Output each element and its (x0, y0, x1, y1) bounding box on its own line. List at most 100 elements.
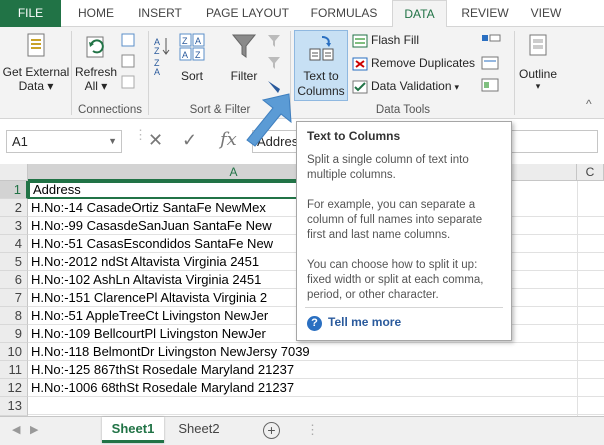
svg-text:A: A (195, 36, 201, 46)
tab-formulas[interactable]: FORMULAS (303, 0, 385, 27)
tooltip-divider (305, 307, 503, 308)
column-header-c[interactable]: C (577, 164, 604, 181)
chevron-down-icon: ▼ (108, 136, 117, 146)
sort-dialog-icon: Z A A Z (179, 33, 205, 61)
refresh-icon (86, 36, 104, 58)
outline-label: Outline (518, 67, 558, 81)
sheet-tab-sheet2[interactable]: Sheet2 (168, 417, 230, 443)
tab-data[interactable]: DATA (392, 0, 447, 28)
tell-me-more-link[interactable]: ? Tell me more (307, 315, 401, 331)
group-label-connections: Connections (78, 104, 142, 116)
ribbon-separator (148, 31, 149, 115)
next-sheet-icon[interactable]: ▶ (30, 423, 38, 436)
chevron-down-icon: ▾ (535, 81, 541, 91)
outline-icon (529, 34, 547, 56)
svg-text:A: A (182, 50, 188, 60)
database-icon (27, 33, 45, 57)
insert-function-icon[interactable]: fx (220, 129, 237, 150)
row-header[interactable]: 9 (0, 325, 28, 343)
annotation-arrow-icon (246, 93, 292, 147)
add-sheet-icon[interactable]: + (263, 422, 280, 439)
get-external-label-1: Get External (2, 65, 70, 79)
formula-dots-icon: ⋮ (134, 127, 147, 142)
text-to-columns-tooltip: Text to Columns Split a single column of… (296, 121, 512, 341)
filter-button[interactable]: Filter (224, 31, 264, 83)
row-header[interactable]: 8 (0, 307, 28, 325)
refresh-label-2: All ▾ (84, 79, 108, 93)
text-to-columns-icon (309, 36, 334, 61)
tab-insert[interactable]: INSERT (130, 0, 190, 27)
tooltip-paragraph-3: You can choose how to split it up: fixed… (307, 259, 484, 301)
ribbon: Get External Data ▾ Refresh All ▾ Connec… (0, 27, 604, 119)
data-tools-small-icons[interactable] (480, 33, 502, 95)
group-label-data-tools: Data Tools (375, 104, 431, 116)
name-box-value: A1 (12, 134, 28, 149)
help-icon: ? (307, 316, 322, 331)
table-cell[interactable]: H.No:-118 BelmontDr Livingston NewJersy … (28, 343, 604, 361)
flash-fill-icon (352, 34, 368, 48)
table-cell[interactable]: H.No:-125 867thSt Rosedale Maryland 2123… (28, 361, 604, 379)
tell-me-more-label: Tell me more (328, 315, 402, 329)
tab-page-layout[interactable]: PAGE LAYOUT (200, 0, 295, 27)
row-header[interactable]: 4 (0, 235, 28, 253)
text-to-columns-label-1: Text to (303, 69, 339, 83)
collapse-ribbon-icon[interactable]: ^ (586, 97, 592, 111)
remove-duplicates-button[interactable]: Remove Duplicates (352, 53, 475, 73)
confirm-icon[interactable]: ✓ (182, 130, 197, 151)
connections-icon[interactable] (121, 33, 135, 93)
refresh-all-button[interactable]: Refresh All ▾ (74, 31, 118, 93)
tab-file[interactable]: FILE (0, 0, 61, 27)
tooltip-title: Text to Columns (307, 129, 401, 143)
ribbon-tab-bar: FILE HOME INSERT PAGE LAYOUT FORMULAS DA… (0, 0, 604, 28)
svg-text:Z: Z (195, 50, 201, 60)
row-header[interactable]: 12 (0, 379, 28, 397)
get-external-data-button[interactable]: Get External Data ▾ (2, 31, 70, 93)
tab-review[interactable]: REVIEW (454, 0, 516, 27)
data-validation-button[interactable]: Data Validation ▾ (352, 76, 459, 96)
row-header[interactable]: 11 (0, 361, 28, 379)
select-all-corner[interactable] (0, 164, 28, 181)
svg-text:Z: Z (182, 36, 188, 46)
sheet-tab-bar: ◀ ▶ Sheet1 Sheet2 + ⋮ (0, 416, 604, 445)
tooltip-paragraph-1: Split a single column of text into multi… (307, 154, 469, 181)
remove-duplicates-icon (352, 57, 368, 71)
chevron-down-icon: ▾ (454, 82, 460, 92)
get-external-label-2: Data ▾ (18, 79, 54, 93)
sort-az-icon[interactable]: A Z Z A (152, 35, 172, 75)
filter-label: Filter (230, 69, 258, 83)
row-header[interactable]: 1 (0, 181, 28, 199)
tab-view[interactable]: VIEW (522, 0, 570, 27)
remove-duplicates-label: Remove Duplicates (371, 56, 476, 70)
tab-home[interactable]: HOME (70, 0, 122, 27)
row-header[interactable]: 2 (0, 199, 28, 217)
svg-text:Z: Z (154, 46, 160, 56)
prev-sheet-icon[interactable]: ◀ (12, 423, 20, 436)
text-to-columns-label-2: Columns (297, 84, 345, 98)
row-header[interactable]: 10 (0, 343, 28, 361)
data-validation-icon (352, 80, 368, 94)
table-cell[interactable]: H.No:-1006 68thSt Rosedale Maryland 2123… (28, 379, 604, 397)
sort-button[interactable]: Z A A Z Sort (174, 31, 210, 83)
ribbon-separator (71, 31, 72, 115)
filter-options-icon[interactable] (266, 33, 284, 95)
row-header[interactable]: 3 (0, 217, 28, 235)
row-header[interactable]: 6 (0, 271, 28, 289)
svg-text:A: A (154, 67, 160, 75)
row-header[interactable]: 13 (0, 397, 28, 416)
outline-button[interactable]: Outline ▾ (516, 31, 560, 92)
sort-label: Sort (180, 69, 203, 83)
sheet-tab-sheet1[interactable]: Sheet1 (102, 417, 164, 443)
grid-line (577, 181, 578, 416)
refresh-label-1: Refresh (74, 65, 118, 79)
data-validation-label: Data Validation (371, 79, 452, 93)
flash-fill-label: Flash Fill (371, 33, 420, 47)
table-cell[interactable] (28, 397, 604, 415)
name-box[interactable]: A1 ▼ (6, 130, 122, 153)
filter-icon (231, 34, 257, 58)
text-to-columns-button[interactable]: Text to Columns (294, 30, 348, 101)
row-header[interactable]: 5 (0, 253, 28, 271)
flash-fill-button[interactable]: Flash Fill (352, 30, 419, 50)
row-header[interactable]: 7 (0, 289, 28, 307)
tab-scroll-separator-icon: ⋮ (306, 422, 319, 437)
cancel-icon[interactable]: ✕ (148, 130, 163, 151)
